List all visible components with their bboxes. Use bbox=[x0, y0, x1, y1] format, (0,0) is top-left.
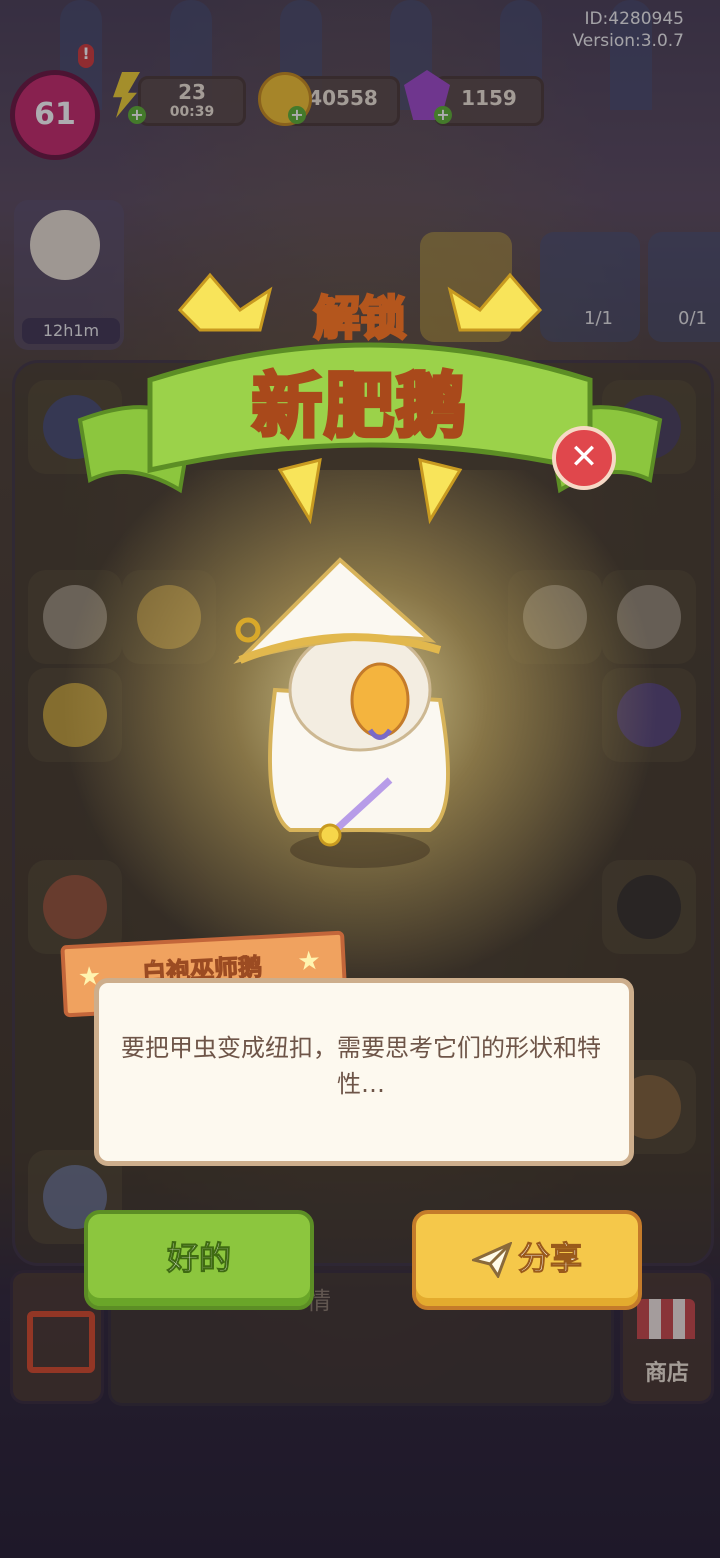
share-button-label: 分享 bbox=[517, 1239, 582, 1278]
close-icon: ✕ bbox=[569, 437, 599, 477]
ok-button[interactable]: 好的 bbox=[84, 1210, 314, 1310]
banner-subtitle: 解锁 bbox=[313, 290, 408, 347]
white-robe-wizard-goose bbox=[233, 557, 450, 868]
character-description: 要把甲虫变成纽扣，需要思考它们的形状和特性… bbox=[121, 1034, 601, 1098]
ok-button-label: 好的 bbox=[166, 1239, 231, 1278]
banner-title: 新肥鹅 bbox=[250, 363, 468, 449]
share-button[interactable]: 分享 bbox=[412, 1210, 642, 1310]
paper-plane-icon bbox=[469, 1241, 513, 1280]
close-button[interactable]: ✕ bbox=[552, 426, 616, 490]
